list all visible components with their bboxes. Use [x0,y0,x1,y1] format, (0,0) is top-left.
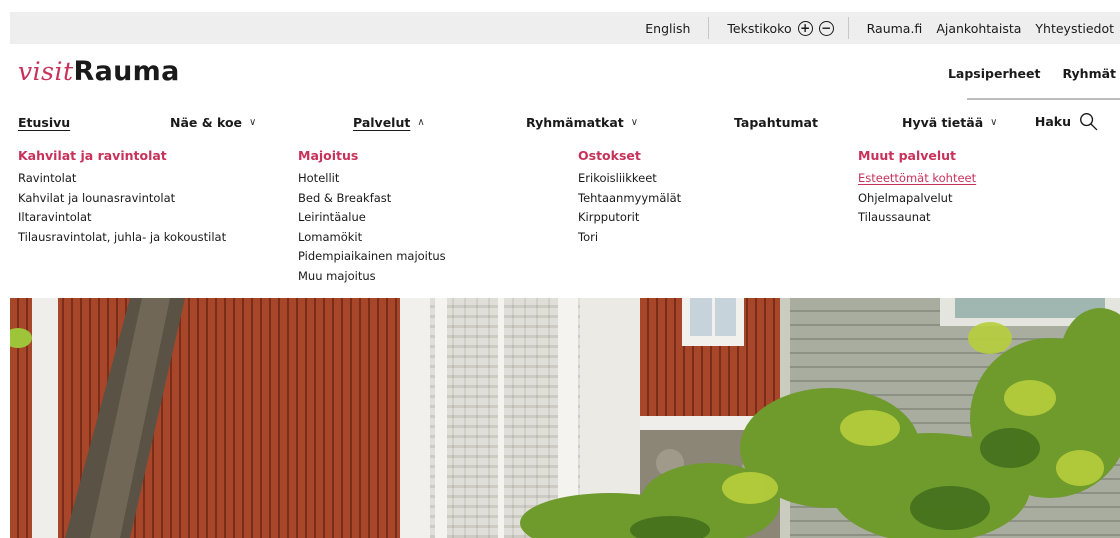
nav-item-hyva-tietaa[interactable]: Hyvä tietää ∨ [902,115,997,130]
menu-link-active[interactable]: Esteettömät kohteet [858,169,976,189]
menu-link[interactable]: Hotellit [298,169,446,189]
menu-link[interactable]: Tehtaanmyymälät [578,189,681,209]
mega-menu-palvelut: Kahvilat ja ravintolat Ravintolat Kahvil… [18,148,1120,288]
audience-divider [967,98,1120,100]
text-size-control: Tekstikoko + − [717,20,839,36]
text-size-label: Tekstikoko [727,20,792,36]
menu-link[interactable]: Leirintäalue [298,208,446,228]
mega-column-ostokset: Ostokset Erikoisliikkeet Tehtaanmyymälät… [578,148,681,247]
menu-link[interactable]: Kirpputorit [578,208,681,228]
menu-link[interactable]: Kahvilat ja lounasravintolat [18,189,226,209]
search-button[interactable]: Haku [1035,112,1098,131]
link-lapsiperheet[interactable]: Lapsiperheet [948,66,1041,81]
link-ajankohtaista[interactable]: Ajankohtaista [932,21,1025,36]
chevron-up-icon: ∧ [417,117,425,128]
nav-item-etusivu[interactable]: Etusivu [18,115,70,130]
nav-label: Näe & koe [170,115,243,130]
plus-circle-icon[interactable]: + [797,20,813,36]
mega-column-heading[interactable]: Majoitus [298,148,446,163]
mega-column-kahvilat: Kahvilat ja ravintolat Ravintolat Kahvil… [18,148,226,247]
menu-link[interactable]: Tilaussaunat [858,208,976,228]
mega-column-heading[interactable]: Kahvilat ja ravintolat [18,148,226,163]
link-ryhmat[interactable]: Ryhmät [1062,66,1116,81]
search-label: Haku [1034,114,1071,129]
menu-link[interactable]: Erikoisliikkeet [578,169,681,189]
menu-link[interactable]: Tori [578,228,681,248]
menu-link[interactable]: Muu majoitus [298,267,446,287]
menu-link[interactable]: Ravintolat [18,169,226,189]
nav-label: Ryhmämatkat [526,115,624,130]
mega-column-muut-palvelut: Muut palvelut Esteettömät kohteet Ohjelm… [858,148,976,228]
logo-rauma-text: Rauma [73,56,180,87]
nav-label: Hyvä tietää [902,115,984,130]
chevron-down-icon: ∨ [249,117,257,128]
site-logo[interactable]: visit Rauma [18,56,180,90]
minus-circle-icon[interactable]: − [818,20,834,36]
menu-link[interactable]: Tilausravintolat, juhla- ja kokoustilat [18,228,226,248]
hero-image [10,298,1120,538]
utility-divider [847,17,849,39]
utility-bar: English Tekstikoko + − Rauma.fi Ajankoht… [10,12,1120,44]
mega-column-heading[interactable]: Muut palvelut [858,148,976,163]
search-icon [1079,112,1098,131]
nav-label: Palvelut [353,115,411,130]
utility-divider [708,17,710,39]
menu-link[interactable]: Bed & Breakfast [298,189,446,209]
link-yhteystiedot[interactable]: Yhteystiedot [1025,21,1120,36]
menu-link[interactable]: Ohjelmapalvelut [858,189,976,209]
link-rauma-fi[interactable]: Rauma.fi [857,21,933,36]
menu-link[interactable]: Pidempiaikainen majoitus [298,247,446,267]
logo-visit-text: visit [18,57,74,86]
nav-item-tapahtumat[interactable]: Tapahtumat [734,115,818,130]
nav-item-ryhmamatkat[interactable]: Ryhmämatkat ∨ [526,115,638,130]
nav-item-palvelut[interactable]: Palvelut ∧ [353,115,425,130]
menu-link[interactable]: Iltaravintolat [18,208,226,228]
nav-item-nae-koe[interactable]: Näe & koe ∨ [170,115,256,130]
chevron-down-icon: ∨ [990,117,998,128]
mega-column-heading[interactable]: Ostokset [578,148,681,163]
mega-column-majoitus: Majoitus Hotellit Bed & Breakfast Leirin… [298,148,446,286]
language-link-english[interactable]: English [635,21,700,36]
menu-link[interactable]: Lomamökit [298,228,446,248]
chevron-down-icon: ∨ [630,117,639,128]
main-nav: Etusivu Näe & koe ∨ Palvelut ∧ Ryhmämatk… [18,112,1120,136]
audience-links: Lapsiperheet Ryhmät [948,66,1116,81]
nav-label: Etusivu [18,115,71,130]
nav-label: Tapahtumat [734,115,818,130]
